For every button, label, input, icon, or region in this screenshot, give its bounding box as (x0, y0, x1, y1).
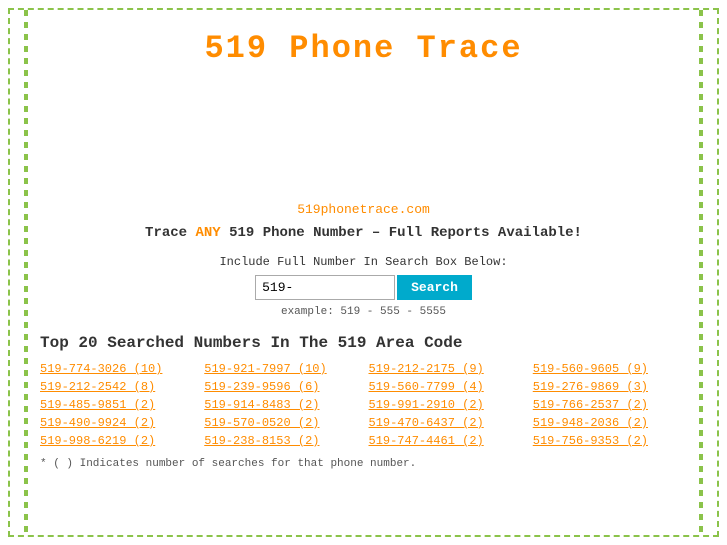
outer-border: 519 Phone Trace 519phonetrace.com Trace … (8, 8, 719, 537)
search-input[interactable] (255, 275, 395, 300)
list-item[interactable]: 519-560-7799 (4) (369, 380, 523, 394)
list-item[interactable]: 519-490-9924 (2) (40, 416, 194, 430)
list-item[interactable]: 519-998-6219 (2) (40, 434, 194, 448)
list-item[interactable]: 519-747-4461 (2) (369, 434, 523, 448)
list-item[interactable]: 519-756-9353 (2) (533, 434, 687, 448)
list-item[interactable]: 519-570-0520 (2) (204, 416, 358, 430)
search-row: Search (40, 275, 687, 300)
numbers-grid: 519-774-3026 (10) 519-921-7997 (10) 519-21… (40, 362, 687, 448)
site-url: 519phonetrace.com (40, 202, 687, 217)
tagline-any: ANY (195, 225, 220, 241)
tagline: Trace ANY 519 Phone Number – Full Report… (40, 225, 687, 241)
tagline-prefix: Trace (145, 225, 195, 241)
list-item[interactable]: 519-948-2036 (2) (533, 416, 687, 430)
list-item[interactable]: 519-921-7997 (10) (204, 362, 358, 376)
tagline-suffix: 519 Phone Number – Full Reports Availabl… (221, 225, 582, 241)
list-item[interactable]: 519-560-9605 (9) (533, 362, 687, 376)
list-item[interactable]: 519-238-8153 (2) (204, 434, 358, 448)
list-item[interactable]: 519-470-6437 (2) (369, 416, 523, 430)
top20-title: Top 20 Searched Numbers In The 519 Area … (40, 334, 687, 352)
ad-area (40, 82, 687, 202)
search-label: Include Full Number In Search Box Below: (40, 255, 687, 269)
list-item[interactable]: 519-766-2537 (2) (533, 398, 687, 412)
list-item[interactable]: 519-212-2175 (9) (369, 362, 523, 376)
list-item[interactable]: 519-914-8483 (2) (204, 398, 358, 412)
list-item[interactable]: 519-239-9596 (6) (204, 380, 358, 394)
right-side-bar (699, 10, 703, 535)
left-side-bar (24, 10, 28, 535)
search-button[interactable]: Search (397, 275, 472, 300)
page-title: 519 Phone Trace (40, 10, 687, 82)
list-item[interactable]: 519-212-2542 (8) (40, 380, 194, 394)
footnote: * ( ) Indicates number of searches for t… (40, 458, 687, 470)
list-item[interactable]: 519-485-9851 (2) (40, 398, 194, 412)
list-item[interactable]: 519-991-2910 (2) (369, 398, 523, 412)
list-item[interactable]: 519-774-3026 (10) (40, 362, 194, 376)
example-text: example: 519 - 555 - 5555 (40, 306, 687, 318)
list-item[interactable]: 519-276-9869 (3) (533, 380, 687, 394)
